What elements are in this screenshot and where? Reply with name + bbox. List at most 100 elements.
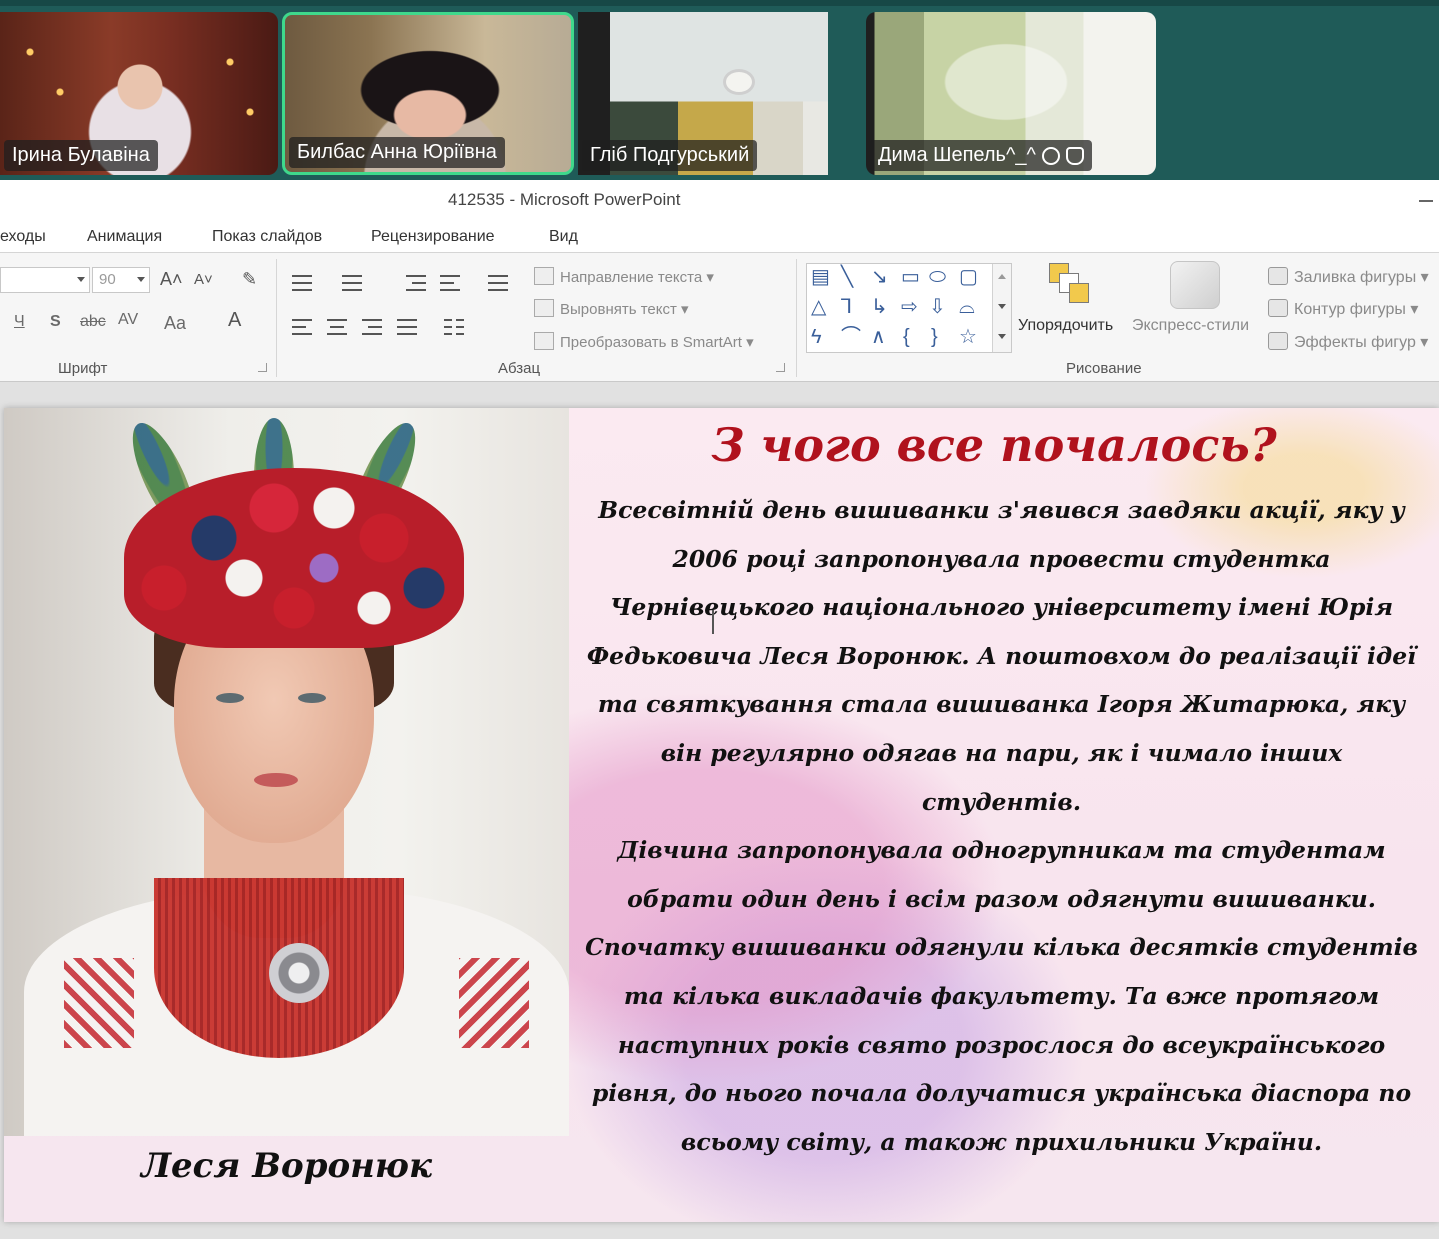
align-text-label: Выровнять текст bbox=[560, 301, 677, 318]
quick-styles-icon[interactable] bbox=[1170, 261, 1220, 309]
change-case-button[interactable]: Aa bbox=[164, 313, 186, 334]
shape-fill-label: Заливка фигуры bbox=[1294, 269, 1417, 286]
shadow-button[interactable]: S bbox=[50, 313, 61, 331]
shape-outline-button[interactable]: Контур фигуры ▾ bbox=[1268, 299, 1418, 319]
lips bbox=[254, 773, 298, 787]
font-dialog-launcher-icon[interactable] bbox=[258, 363, 267, 372]
quick-styles-button[interactable]: Экспресс-стили bbox=[1132, 317, 1249, 335]
align-right-icon[interactable] bbox=[362, 319, 382, 335]
text-cursor bbox=[712, 610, 714, 634]
body-paragraph-2: Дівчина запропонувала одногрупникам та с… bbox=[585, 836, 1418, 1156]
oval-shape-icon[interactable]: ⬭ bbox=[929, 266, 946, 288]
call-top-border bbox=[0, 0, 1439, 6]
slide-title[interactable]: З чого все почалось? bbox=[569, 418, 1419, 472]
font-size-combo[interactable]: 90 bbox=[92, 267, 150, 293]
shape-effects-button[interactable]: Эффекты фигур ▾ bbox=[1268, 332, 1428, 352]
font-color-button[interactable]: A bbox=[228, 309, 241, 332]
arrow-line-shape-icon[interactable]: ↘ bbox=[871, 266, 888, 288]
slide-canvas[interactable]: Леся Воронюк З чого все почалось? Всесві… bbox=[4, 408, 1439, 1222]
right-brace-shape-icon[interactable]: } bbox=[931, 326, 938, 348]
tab-slideshow[interactable]: Показ слайдов bbox=[212, 228, 322, 246]
rounded-rect-shape-icon[interactable]: ▢ bbox=[959, 266, 978, 288]
arc-shape-icon[interactable]: ⌒ bbox=[841, 326, 861, 348]
align-text-icon bbox=[534, 299, 554, 317]
participant-tile-anna-active-speaker[interactable]: Билбас Анна Юріївна bbox=[282, 12, 574, 175]
rectangle-shape-icon[interactable]: ▭ bbox=[901, 266, 920, 288]
portrait-photo[interactable] bbox=[4, 408, 569, 1136]
body-paragraph-1: Всесвітній день вишиванки з'явився завдя… bbox=[586, 496, 1417, 816]
align-center-icon[interactable] bbox=[327, 319, 347, 335]
shapes-gallery[interactable]: ▤ ╲ ↘ ▭ ⬭ ▢ △ ⅂ ↳ ⇨ ⇩ ⌓ ϟ ⌒ ∧ { } ☆ bbox=[806, 263, 1012, 353]
tab-animation[interactable]: Анимация bbox=[87, 228, 162, 246]
left-eye bbox=[216, 693, 244, 703]
align-text-button[interactable]: Выровнять текст ▾ bbox=[534, 299, 689, 318]
text-direction-button[interactable]: Направление текста ▾ bbox=[534, 267, 714, 286]
participant-tile-iryna[interactable]: Ірина Булавіна bbox=[0, 12, 278, 175]
font-group-label: Шрифт bbox=[58, 360, 108, 377]
line-spacing-icon[interactable] bbox=[488, 275, 508, 291]
drawing-group-label: Рисование bbox=[1066, 360, 1142, 377]
clear-format-icon[interactable]: ✎ bbox=[242, 269, 257, 290]
participant-name: Билбас Анна Юріївна bbox=[289, 137, 505, 168]
smartart-label: Преобразовать в SmartArt bbox=[560, 334, 742, 351]
shapes-scrollbar[interactable] bbox=[992, 264, 1011, 352]
tab-view[interactable]: Вид bbox=[549, 228, 578, 246]
grow-font-button[interactable]: A˄ bbox=[160, 269, 183, 290]
curve-shape-icon[interactable]: ∧ bbox=[871, 326, 886, 348]
title-bar: 412535 - Microsoft PowerPoint bbox=[0, 180, 1439, 220]
slide-editing-area: Леся Воронюк З чого все почалось? Всесві… bbox=[0, 382, 1439, 1239]
scroll-up-icon[interactable] bbox=[998, 274, 1006, 279]
lightning-shape-icon[interactable]: ϟ bbox=[811, 326, 822, 348]
font-size-value: 90 bbox=[99, 271, 116, 288]
silver-brooch bbox=[269, 943, 329, 1003]
slide-body-text[interactable]: Всесвітній день вишиванки з'явився завдя… bbox=[584, 486, 1419, 1166]
window-title: 412535 - Microsoft PowerPoint bbox=[448, 190, 681, 209]
increase-indent-icon[interactable] bbox=[440, 275, 460, 291]
justify-icon[interactable] bbox=[397, 319, 417, 335]
raised-hand-icon bbox=[1065, 146, 1084, 165]
tab-transitions[interactable]: еходы bbox=[0, 228, 46, 246]
group-separator bbox=[276, 259, 277, 377]
flower-crown bbox=[124, 468, 464, 648]
decrease-indent-icon[interactable] bbox=[406, 275, 426, 291]
columns-icon[interactable] bbox=[444, 319, 464, 335]
tab-review[interactable]: Рецензирование bbox=[371, 228, 495, 246]
down-arrow-shape-icon[interactable]: ⇩ bbox=[929, 296, 946, 318]
pen-icon bbox=[1268, 299, 1288, 317]
align-left-icon[interactable] bbox=[292, 319, 312, 335]
star-shape-icon[interactable]: ☆ bbox=[959, 326, 977, 348]
text-direction-label: Направление текста bbox=[560, 269, 703, 286]
shape-fill-button[interactable]: Заливка фигуры ▾ bbox=[1268, 267, 1429, 287]
text-direction-icon bbox=[534, 267, 554, 285]
bullets-icon[interactable] bbox=[292, 275, 312, 291]
arrange-icon[interactable] bbox=[1047, 261, 1093, 305]
numbering-icon[interactable] bbox=[342, 275, 362, 291]
gallery-expand-icon[interactable] bbox=[998, 334, 1006, 339]
right-eye bbox=[298, 693, 326, 703]
participant-tile-hlib[interactable]: Гліб Подгурський bbox=[578, 12, 828, 175]
convert-smartart-button[interactable]: Преобразовать в SmartArt ▾ bbox=[534, 332, 754, 351]
participant-name-row: Дима Шепель^_^ bbox=[870, 140, 1092, 171]
underline-button[interactable]: Ч bbox=[14, 313, 25, 331]
left-brace-shape-icon[interactable]: { bbox=[903, 326, 910, 348]
photo-caption[interactable]: Леся Воронюк bbox=[4, 1146, 569, 1186]
ribbon-tabs: еходы Анимация Показ слайдов Рецензирова… bbox=[0, 220, 1439, 253]
scroll-down-icon[interactable] bbox=[998, 304, 1006, 309]
arrange-button[interactable]: Упорядочить bbox=[1018, 317, 1113, 335]
shrink-font-button[interactable]: A˅ bbox=[194, 271, 213, 288]
paint-bucket-icon bbox=[1268, 267, 1288, 285]
strikethrough-button[interactable]: abc bbox=[80, 313, 106, 331]
group-separator bbox=[796, 259, 797, 377]
line-shape-icon[interactable]: ╲ bbox=[841, 266, 853, 288]
textbox-shape-icon[interactable]: ▤ bbox=[811, 266, 830, 288]
participant-tile-dyma[interactable]: Дима Шепель^_^ bbox=[866, 12, 1156, 175]
font-name-combo[interactable] bbox=[0, 267, 90, 293]
triangle-shape-icon[interactable]: △ bbox=[811, 296, 826, 318]
paragraph-dialog-launcher-icon[interactable] bbox=[776, 363, 785, 372]
char-spacing-button[interactable]: AV bbox=[118, 311, 138, 329]
elbow-connector-shape-icon[interactable]: ⅂ bbox=[841, 296, 852, 318]
minimize-icon[interactable] bbox=[1419, 200, 1433, 202]
freeform-shape-icon[interactable]: ⌓ bbox=[959, 296, 975, 318]
elbow-arrow-shape-icon[interactable]: ↳ bbox=[871, 296, 888, 318]
right-arrow-shape-icon[interactable]: ⇨ bbox=[901, 296, 918, 318]
